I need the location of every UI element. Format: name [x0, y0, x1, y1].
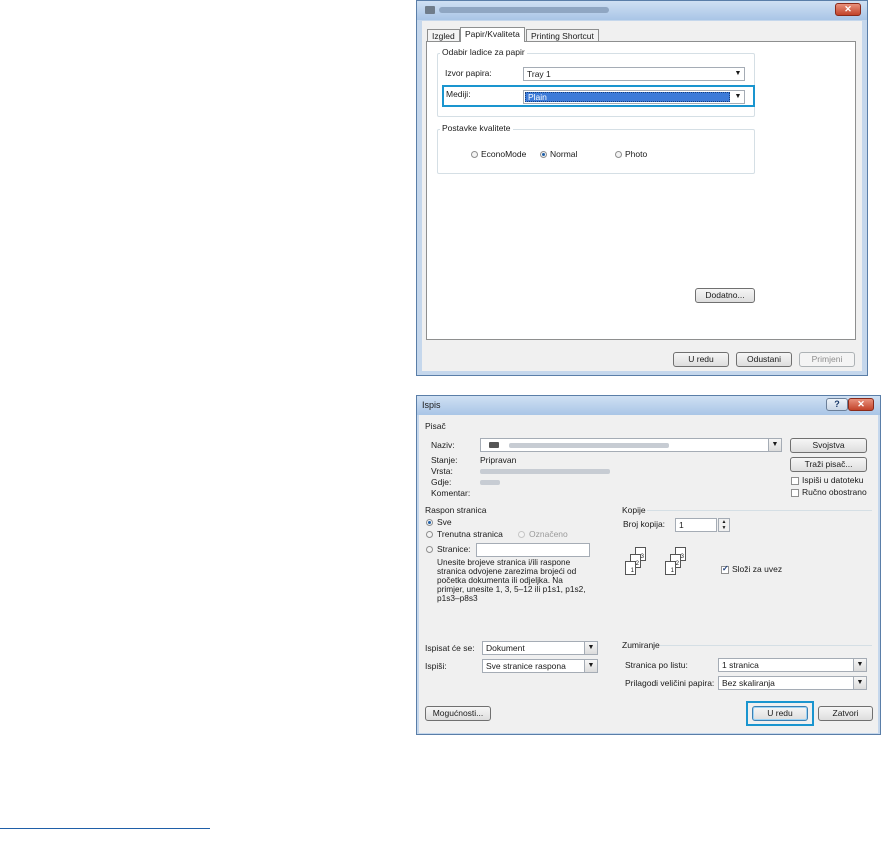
print-label: Ispiši:: [425, 661, 447, 671]
title-bar: Ispis ? ✕: [417, 396, 880, 415]
properties-button[interactable]: Svojstva: [790, 438, 867, 453]
all-pages-label: Sve: [437, 517, 452, 527]
photo-radio[interactable]: [615, 151, 622, 158]
media-label: Mediji:: [446, 89, 471, 99]
pages-radio[interactable]: [426, 546, 433, 553]
print-dialog: Ispis ? ✕ Pisač Naziv: ▼ Stanje: Priprav…: [416, 395, 881, 735]
chevron-down-icon: ▼: [734, 93, 742, 100]
normal-label: Normal: [550, 149, 578, 159]
dialog-body: Pisač Naziv: ▼ Stanje: Pripravan Vrsta: …: [419, 415, 878, 733]
where-value-redacted: [480, 480, 500, 485]
economode-radio[interactable]: [471, 151, 478, 158]
footer-rule: [0, 828, 210, 829]
cancel-button[interactable]: Odustani: [736, 352, 792, 367]
copies-count-input[interactable]: 1: [675, 518, 717, 532]
advanced-button[interactable]: Dodatno...: [695, 288, 755, 303]
page-range-label: Raspon stranica: [425, 505, 487, 515]
chevron-down-icon: ▼: [584, 642, 597, 654]
help-button[interactable]: ?: [826, 398, 848, 411]
collate-page-icon: 1: [665, 561, 676, 575]
current-page-radio[interactable]: [426, 531, 433, 538]
pages-per-sheet-label: Stranica po listu:: [625, 660, 688, 670]
current-page-label: Trenutna stranica: [437, 529, 503, 539]
chevron-down-icon: ▼: [768, 439, 781, 451]
where-label: Gdje:: [431, 477, 452, 487]
copies-count-label: Broj kopija:: [623, 519, 666, 529]
photo-label: Photo: [625, 149, 648, 159]
printer-name-select[interactable]: ▼: [480, 438, 782, 452]
help-icon: ?: [834, 399, 840, 409]
pages-per-sheet-select[interactable]: 1 stranica ▼: [718, 658, 867, 672]
chevron-down-icon: ▼: [853, 659, 866, 671]
economode-label: EconoMode: [481, 149, 527, 159]
normal-radio[interactable]: [540, 151, 547, 158]
media-selected-highlight: [525, 92, 730, 102]
paper-source-select[interactable]: Tray 1 ▼: [523, 67, 745, 81]
media-select[interactable]: Plain ▼: [523, 90, 745, 104]
printer-name-redacted: [509, 443, 669, 448]
chevron-down-icon: ▼: [584, 660, 597, 672]
options-button[interactable]: Mogućnosti...: [425, 706, 491, 721]
pages-label: Stranice:: [437, 544, 471, 554]
copies-separator: [647, 510, 872, 511]
copies-label: Kopije: [622, 505, 646, 515]
ok-button[interactable]: U redu: [673, 352, 729, 367]
page-range-help: Unesite brojeve stranica i/ili raspone s…: [437, 557, 586, 603]
close-button[interactable]: ✕: [848, 398, 874, 411]
close-dialog-button[interactable]: Zatvori: [818, 706, 873, 721]
zoom-label: Zumiranje: [622, 640, 660, 650]
collate-checkbox[interactable]: [721, 564, 729, 574]
tab-panel: Odabir ladice za papir Izvor papira: Tra…: [426, 41, 856, 340]
print-what-select[interactable]: Dokument ▼: [482, 641, 598, 655]
print-to-file-checkbox[interactable]: [791, 477, 799, 485]
selection-label: Označeno: [529, 529, 568, 539]
print-select[interactable]: Sve stranice raspona ▼: [482, 659, 598, 673]
scale-label: Prilagodi veličini papira:: [625, 678, 715, 688]
spin-down-icon[interactable]: ▼: [719, 525, 729, 531]
window-title: Ispis: [422, 400, 441, 410]
printer-icon: [425, 6, 435, 14]
chevron-down-icon: ▼: [734, 70, 742, 77]
print-to-file-label: Ispiši u datoteku: [802, 475, 864, 485]
status-label: Stanje:: [431, 455, 458, 465]
quality-group-label: Postavke kvalitete: [440, 123, 513, 133]
close-icon: ✕: [857, 399, 865, 409]
title-bar: ✕: [417, 1, 867, 20]
collate-page-icon: 1: [625, 561, 636, 575]
dialog-body: Izgled Papir/Kvaliteta Printing Shortcut…: [422, 21, 862, 371]
printer-name-label: Naziv:: [431, 440, 455, 450]
manual-duplex-label: Ručno obostrano: [802, 487, 867, 497]
ok-button[interactable]: U redu: [752, 706, 808, 721]
type-value-redacted: [480, 469, 610, 474]
printer-icon: [489, 442, 499, 448]
collate-label: Složi za uvez: [732, 564, 783, 574]
comment-label: Komentar:: [431, 488, 471, 498]
status-value: Pripravan: [480, 455, 517, 465]
all-pages-radio[interactable]: [426, 519, 433, 526]
apply-button[interactable]: Primjeni: [799, 352, 855, 367]
printer-properties-dialog: ✕ Izgled Papir/Kvaliteta Printing Shortc…: [416, 0, 868, 376]
chevron-down-icon: ▼: [853, 677, 866, 689]
type-label: Vrsta:: [431, 466, 453, 476]
paper-source-label: Izvor papira:: [445, 68, 492, 78]
pages-input[interactable]: [476, 543, 590, 557]
close-icon: ✕: [844, 4, 852, 14]
paper-tray-group-label: Odabir ladice za papir: [440, 47, 527, 57]
window-title-redacted: [439, 7, 609, 13]
zoom-separator: [660, 645, 872, 646]
selection-radio[interactable]: [518, 531, 525, 538]
printer-section-label: Pisač: [425, 421, 446, 431]
scale-select[interactable]: Bez skaliranja ▼: [718, 676, 867, 690]
print-what-label: Ispisat će se:: [425, 643, 475, 653]
copies-spinner[interactable]: ▲ ▼: [718, 518, 730, 532]
find-printer-button[interactable]: Traži pisač...: [790, 457, 867, 472]
tab-paper-quality[interactable]: Papir/Kvaliteta: [460, 27, 525, 42]
close-button[interactable]: ✕: [835, 3, 861, 16]
manual-duplex-checkbox[interactable]: [791, 489, 799, 497]
